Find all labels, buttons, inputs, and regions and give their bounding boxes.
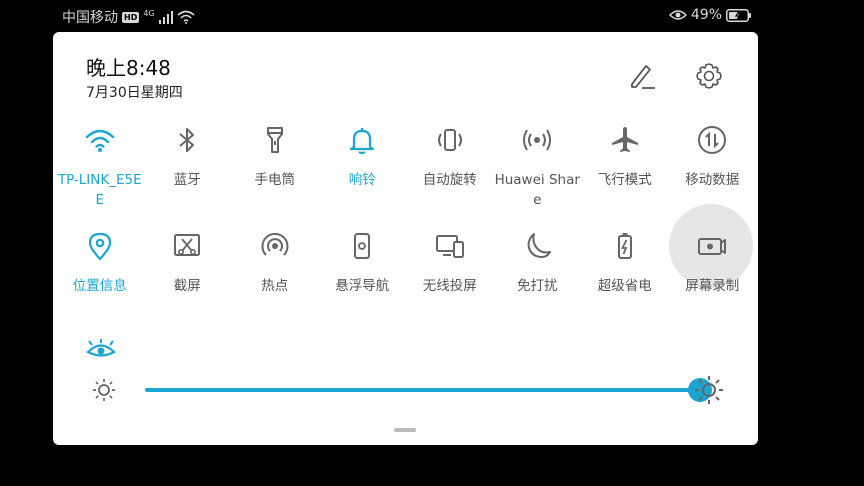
date-label: 7月30日星期四	[86, 85, 183, 101]
huawei-share-icon	[521, 124, 553, 156]
screen-record-icon	[696, 230, 728, 262]
clock-time: 晚上8:48	[86, 56, 171, 80]
hotspot-icon	[259, 230, 291, 262]
battery-saver-icon	[609, 230, 641, 262]
moon-icon	[521, 230, 553, 262]
tile-ultra-power-saving[interactable]: 超级省电	[581, 226, 669, 332]
tile-label: 移动数据	[685, 172, 740, 188]
tile-label: 无线投屏	[422, 278, 477, 294]
brightness-high-icon	[695, 376, 723, 404]
tile-auto-rotate[interactable]: 自动旋转	[406, 120, 494, 226]
quick-settings-panel: 晚上8:48 7月30日星期四 TP-LINK_E5EE 蓝牙 手电筒 响铃 自…	[53, 32, 758, 445]
bell-icon	[346, 124, 378, 156]
pencil-icon	[631, 65, 655, 89]
tile-label: 自动旋转	[422, 172, 477, 188]
tile-floating-nav[interactable]: 悬浮导航	[319, 226, 407, 332]
tile-label: 蓝牙	[173, 172, 201, 188]
panel-drag-handle[interactable]	[394, 428, 416, 432]
bluetooth-icon	[171, 124, 203, 156]
battery-icon	[726, 8, 751, 22]
edit-tiles-button[interactable]	[629, 62, 657, 90]
mobile-data-icon	[696, 124, 728, 156]
tile-label: 位置信息	[72, 278, 127, 294]
tile-label: 超级省电	[597, 278, 652, 294]
tile-wifi[interactable]: TP-LINK_E5EE	[56, 120, 144, 226]
tile-label: 响铃	[348, 172, 376, 188]
tile-label: 飞行模式	[597, 172, 652, 188]
wifi-icon	[84, 124, 116, 156]
tile-label: 手电筒	[254, 172, 296, 188]
floating-nav-icon	[346, 230, 378, 262]
tile-flashlight[interactable]: 手电筒	[231, 120, 319, 226]
tile-label: 截屏	[173, 278, 201, 294]
tile-label: 免打扰	[517, 278, 558, 294]
tile-label: 悬浮导航	[335, 278, 390, 294]
tile-ring[interactable]: 响铃	[319, 120, 407, 226]
brightness-slider-track[interactable]	[145, 388, 700, 392]
tile-label: Huawei Share	[494, 172, 580, 208]
status-bar-right: 49%	[668, 7, 752, 23]
tile-do-not-disturb[interactable]: 免打扰	[494, 226, 582, 332]
airplane-icon	[609, 124, 641, 156]
wifi-status-icon	[177, 10, 195, 24]
eye-comfort-toggle[interactable]	[86, 339, 116, 361]
tile-wireless-projection[interactable]: 无线投屏	[406, 226, 494, 332]
tile-label: 热点	[261, 278, 289, 294]
quick-tiles-grid: TP-LINK_E5EE 蓝牙 手电筒 响铃 自动旋转 Huawei Share…	[56, 120, 756, 332]
tile-screen-recording[interactable]: 屏幕录制	[668, 204, 757, 332]
signal-icon	[158, 10, 173, 24]
tile-airplane-mode[interactable]: 飞行模式	[581, 120, 669, 226]
eye-comfort-status-icon	[668, 10, 687, 20]
brightness-low-icon	[93, 379, 115, 401]
tile-label: 屏幕录制	[685, 278, 740, 294]
tiles-row-2: 位置信息 截屏 热点 悬浮导航 无线投屏 免打扰 超级省电 屏幕录制	[56, 204, 757, 332]
tiles-row-1: TP-LINK_E5EE 蓝牙 手电筒 响铃 自动旋转 Huawei Share…	[56, 120, 756, 226]
tile-location[interactable]: 位置信息	[56, 226, 144, 332]
tile-bluetooth[interactable]: 蓝牙	[144, 120, 232, 226]
hd-voice-badge: HD	[122, 11, 140, 23]
location-icon	[84, 230, 116, 262]
eye-comfort-icon	[86, 339, 116, 357]
tile-hotspot[interactable]: 热点	[231, 226, 319, 332]
wireless-projection-icon	[434, 230, 466, 262]
network-type: 4G	[143, 9, 155, 18]
rotate-icon	[434, 124, 466, 156]
brightness-control	[86, 372, 736, 408]
tile-label: TP-LINK_E5EE	[57, 172, 142, 208]
screenshot-icon	[171, 230, 203, 262]
battery-percent: 49%	[690, 7, 722, 23]
settings-button[interactable]	[695, 62, 723, 90]
tile-huawei-share[interactable]: Huawei Share	[494, 120, 582, 226]
gear-icon	[696, 63, 722, 89]
flashlight-icon	[259, 124, 291, 156]
status-bar-left: 中国移动 HD 4G	[62, 7, 195, 27]
tile-screenshot[interactable]: 截屏	[144, 226, 232, 332]
status-bar: 中国移动 HD 4G 49%	[0, 0, 864, 32]
carrier-name: 中国移动	[62, 10, 118, 26]
